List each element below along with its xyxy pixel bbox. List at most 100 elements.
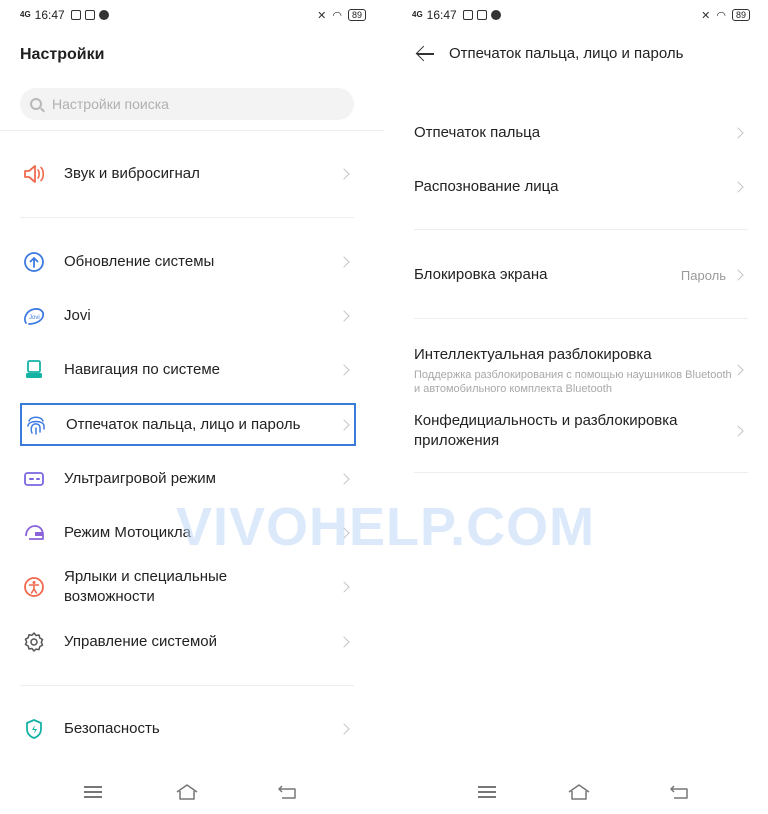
divider bbox=[414, 229, 748, 230]
fingerprint-icon bbox=[22, 411, 50, 439]
svg-text:Jovi: Jovi bbox=[29, 315, 40, 321]
helmet-icon bbox=[20, 519, 48, 547]
divider bbox=[414, 472, 748, 473]
chevron-right-icon bbox=[338, 581, 350, 593]
app-privacy-unlock-item[interactable]: Конфедициальность и разблокировка прилож… bbox=[414, 410, 748, 452]
mail-notification-icon bbox=[84, 10, 95, 20]
smart-unlock-item[interactable]: Интеллектуальная разблокировка Поддержка… bbox=[414, 344, 748, 396]
gamepad-icon bbox=[20, 465, 48, 493]
item-label: Конфедициальность и разблокировка прилож… bbox=[414, 412, 678, 449]
settings-item-fingerprint-face-password[interactable]: Отпечаток пальца, лицо и пароль bbox=[20, 403, 356, 446]
mute-icon: ✕ bbox=[701, 9, 711, 22]
chevron-right-icon bbox=[338, 527, 350, 539]
speaker-icon bbox=[20, 160, 48, 188]
divider bbox=[20, 685, 354, 686]
menu-lines-icon bbox=[478, 786, 496, 798]
chevron-right-icon bbox=[732, 269, 744, 281]
face-recognition-item[interactable]: Распознование лица bbox=[414, 176, 748, 198]
status-time: 16:47 bbox=[426, 8, 457, 22]
home-icon bbox=[568, 784, 590, 800]
settings-item-label: Обновление системы bbox=[64, 253, 215, 270]
wifi-icon: ◠ bbox=[716, 9, 726, 22]
navigation-icon bbox=[20, 356, 48, 384]
chevron-right-icon bbox=[732, 425, 744, 437]
wifi-icon: ◠ bbox=[332, 9, 342, 22]
settings-screen: 4G 16:47 ✕ ◠ 89 Настройки Звук и виброси… bbox=[0, 0, 384, 814]
back-button[interactable] bbox=[415, 45, 436, 62]
item-label: Распознование лица bbox=[414, 178, 559, 195]
nav-home-button[interactable] bbox=[568, 780, 590, 804]
chevron-right-icon bbox=[338, 636, 350, 648]
settings-item-shortcuts-accessibility[interactable]: Ярлыки и специальные возможности bbox=[20, 566, 354, 608]
back-arrow-icon bbox=[278, 785, 296, 799]
signal-indicator: 4G bbox=[412, 10, 423, 19]
jovi-icon: Jovi bbox=[20, 302, 48, 330]
alert-notification-icon bbox=[98, 10, 109, 20]
settings-item-sound[interactable]: Звук и вибросигнал bbox=[20, 160, 354, 188]
home-icon bbox=[176, 784, 198, 800]
item-label: Блокировка экрана bbox=[414, 266, 548, 283]
chevron-right-icon bbox=[338, 473, 350, 485]
status-time: 16:47 bbox=[34, 8, 65, 22]
settings-item-security[interactable]: Безопасность bbox=[20, 715, 354, 743]
settings-item-label: Отпечаток пальца, лицо и пароль bbox=[66, 415, 301, 433]
screen-lock-value: Пароль bbox=[680, 267, 726, 283]
menu-lines-icon bbox=[84, 786, 102, 798]
shield-icon bbox=[20, 715, 48, 743]
settings-item-label: Ультраигровой режим bbox=[64, 470, 216, 487]
divider bbox=[20, 217, 354, 218]
screen-lock-item[interactable]: Блокировка экрана Пароль bbox=[414, 264, 748, 286]
chevron-right-icon bbox=[732, 181, 744, 193]
settings-item-system-update[interactable]: Обновление системы bbox=[20, 248, 354, 276]
search-input[interactable] bbox=[52, 96, 322, 112]
status-bar: 4G 16:47 ✕ ◠ 89 bbox=[20, 6, 366, 24]
gear-icon bbox=[20, 628, 48, 656]
settings-item-label: Безопасность bbox=[64, 720, 160, 737]
settings-item-label: Режим Мотоцикла bbox=[64, 524, 191, 541]
settings-item-system-navigation[interactable]: Навигация по системе bbox=[20, 356, 354, 384]
update-arrow-icon bbox=[20, 248, 48, 276]
chevron-right-icon bbox=[338, 364, 350, 376]
instagram-notification-icon bbox=[462, 10, 473, 20]
settings-item-label: Jovi bbox=[64, 307, 91, 324]
settings-item-label: Звук и вибросигнал bbox=[64, 165, 200, 182]
search-icon bbox=[30, 98, 42, 110]
chevron-right-icon bbox=[732, 127, 744, 139]
chevron-right-icon bbox=[338, 256, 350, 268]
item-label: Интеллектуальная разблокировка bbox=[414, 345, 652, 363]
settings-item-label: Ярлыки и специальные возможности bbox=[64, 568, 228, 605]
divider bbox=[414, 318, 748, 319]
chevron-right-icon bbox=[338, 418, 350, 431]
back-arrow-icon bbox=[670, 785, 688, 799]
page-title: Отпечаток пальца, лицо и пароль bbox=[449, 45, 684, 62]
settings-item-jovi[interactable]: Jovi Jovi bbox=[20, 302, 354, 330]
nav-menu-button[interactable] bbox=[478, 780, 496, 804]
chevron-right-icon bbox=[338, 168, 350, 180]
nav-menu-button[interactable] bbox=[84, 780, 102, 804]
chevron-right-icon bbox=[338, 723, 350, 735]
nav-back-button[interactable] bbox=[670, 780, 688, 804]
battery-indicator: 89 bbox=[347, 9, 366, 21]
instagram-notification-icon bbox=[70, 10, 81, 20]
alert-notification-icon bbox=[490, 10, 501, 20]
settings-item-label: Навигация по системе bbox=[64, 361, 220, 378]
page-title: Настройки bbox=[20, 46, 105, 63]
item-label: Отпечаток пальца bbox=[414, 124, 541, 141]
fingerprint-item[interactable]: Отпечаток пальца bbox=[414, 122, 748, 144]
settings-item-ultra-game-mode[interactable]: Ультраигровой режим bbox=[20, 465, 354, 493]
chevron-right-icon bbox=[732, 364, 744, 376]
mute-icon: ✕ bbox=[317, 9, 327, 22]
settings-item-motorcycle-mode[interactable]: Режим Мотоцикла bbox=[20, 519, 354, 547]
settings-item-system-management[interactable]: Управление системой bbox=[20, 628, 354, 656]
settings-item-label: Управление системой bbox=[64, 633, 218, 650]
fingerprint-settings-screen: 4G 16:47 ✕ ◠ 89 Отпечаток пальца, лицо и… bbox=[392, 0, 768, 814]
mail-notification-icon bbox=[476, 10, 487, 20]
signal-indicator: 4G bbox=[20, 10, 31, 19]
divider bbox=[0, 130, 384, 131]
status-bar: 4G 16:47 ✕ ◠ 89 bbox=[412, 6, 750, 24]
chevron-right-icon bbox=[338, 310, 350, 322]
nav-back-button[interactable] bbox=[278, 780, 296, 804]
search-bar[interactable] bbox=[20, 88, 354, 120]
nav-home-button[interactable] bbox=[176, 780, 198, 804]
accessibility-icon bbox=[20, 573, 48, 601]
